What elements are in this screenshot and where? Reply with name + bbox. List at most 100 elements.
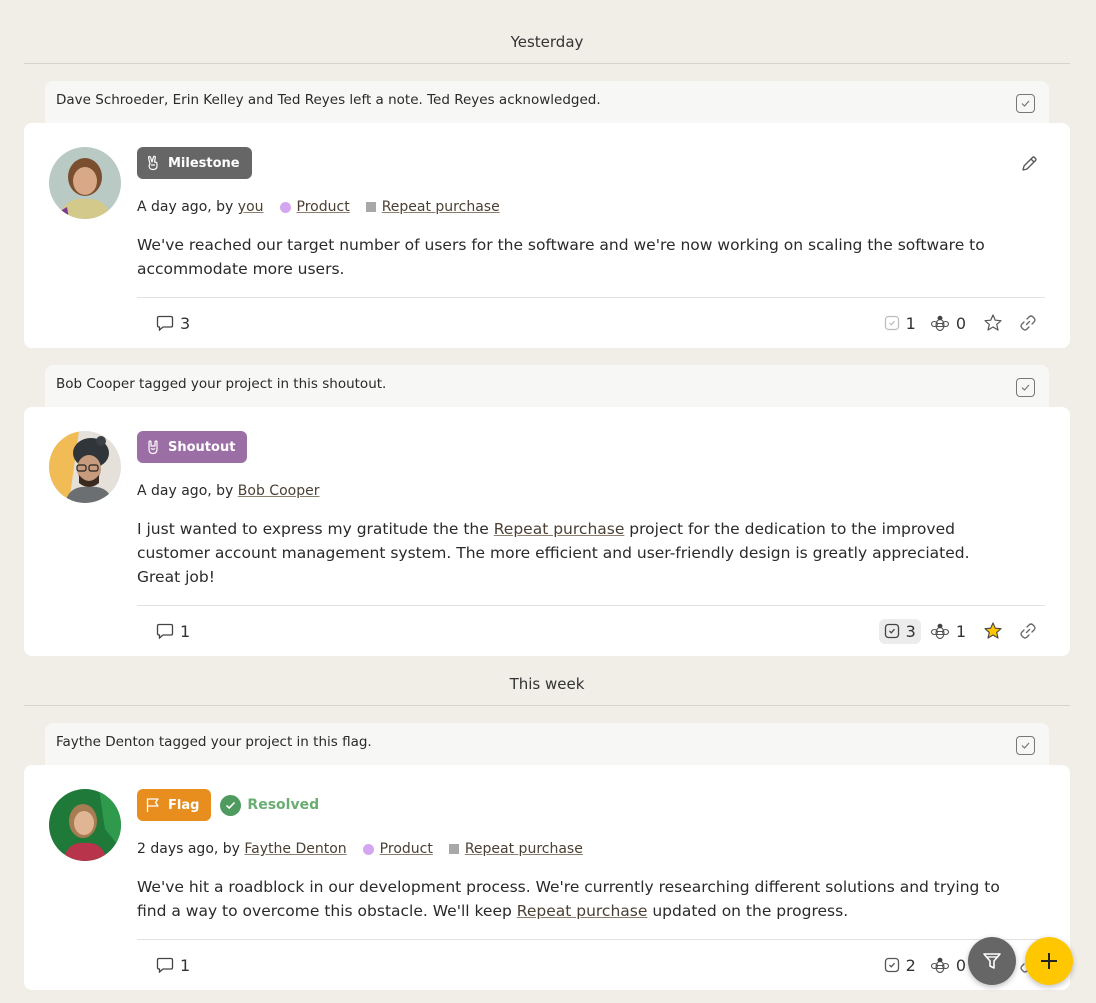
post-type-label: Flag (168, 797, 200, 813)
post-card: Shoutout A day ago, by Bob Cooper I just… (24, 407, 1070, 656)
note-text: Faythe Denton tagged your project in thi… (56, 734, 372, 750)
avatar[interactable] (49, 789, 121, 861)
post-body-text: updated on the progress. (647, 902, 849, 920)
acknowledge-button[interactable]: 3 (878, 618, 921, 644)
comment-count: 1 (180, 955, 191, 975)
post-type-label: Milestone (168, 155, 240, 171)
note-text: Bob Cooper tagged your project in this s… (56, 376, 387, 392)
post-body-text: We've reached our target number of users… (137, 236, 985, 278)
tag-repeat-purchase[interactable]: Repeat purchase (365, 199, 500, 215)
copy-link-button[interactable] (1019, 314, 1037, 332)
section-header-this-week: This week (24, 656, 1070, 706)
acknowledge-note-button[interactable] (1016, 378, 1035, 397)
post-note-bar: Dave Schroeder, Erin Kelley and Ted Reye… (45, 81, 1049, 123)
project-link[interactable]: Repeat purchase (517, 902, 648, 920)
tag-product[interactable]: Product (279, 199, 350, 215)
resolved-status: Resolved (220, 794, 320, 816)
comment-count: 1 (180, 621, 191, 641)
star-button[interactable] (983, 621, 1003, 641)
post-body-text: I just wanted to express my gratitude th… (137, 520, 494, 538)
tag-link[interactable]: Repeat purchase (382, 199, 500, 215)
add-post-button[interactable] (1025, 937, 1073, 985)
post-body: I just wanted to express my gratitude th… (137, 517, 1045, 589)
comment-icon (156, 623, 174, 639)
comments-button[interactable]: 3 (151, 311, 195, 336)
post-meta: A day ago, by you Product Repeat purchas… (137, 199, 1045, 215)
comment-icon (156, 957, 174, 973)
post-card: Milestone A day ago, by you Product Repe… (24, 123, 1070, 348)
bee-icon (930, 623, 949, 640)
acknowledge-count: 2 (905, 955, 916, 975)
comments-button[interactable]: 1 (151, 619, 195, 644)
bee-count: 0 (955, 313, 966, 333)
acknowledge-button[interactable]: 1 (879, 311, 921, 336)
avatar[interactable] (49, 147, 121, 219)
post-time: 2 days ago, by (137, 841, 245, 857)
avatar[interactable] (49, 431, 121, 503)
author-link[interactable]: you (238, 199, 264, 215)
tag-repeat-purchase[interactable]: Repeat purchase (448, 841, 583, 857)
bee-icon (930, 957, 949, 974)
acknowledge-note-button[interactable] (1016, 736, 1035, 755)
star-icon (984, 314, 1002, 331)
post-note-bar: Faythe Denton tagged your project in thi… (45, 723, 1049, 765)
post-time: A day ago, by (137, 483, 238, 499)
flag-icon (146, 798, 159, 812)
post-footer: 1 2 0 (137, 940, 1045, 990)
square-tag-icon (448, 844, 459, 854)
comment-count: 3 (180, 313, 191, 333)
acknowledge-icon (884, 957, 899, 973)
post-footer: 1 3 1 (137, 606, 1045, 656)
star-button[interactable] (983, 313, 1003, 333)
link-icon (1020, 315, 1036, 331)
filter-icon (983, 953, 1001, 969)
acknowledge-count: 3 (905, 621, 916, 641)
acknowledge-button[interactable]: 2 (879, 953, 921, 978)
post-footer: 3 1 0 (137, 298, 1045, 348)
post-type-badge: Shoutout (137, 431, 248, 463)
link-icon (1020, 623, 1036, 639)
section-header-yesterday: Yesterday (24, 0, 1070, 64)
post-type-badge: Milestone (137, 147, 252, 179)
pencil-icon (1022, 156, 1037, 171)
comment-icon (156, 315, 174, 331)
post-meta: 2 days ago, by Faythe Denton Product Rep… (137, 841, 1045, 857)
post-note-bar: Bob Cooper tagged your project in this s… (45, 365, 1049, 407)
bee-button[interactable]: 0 (925, 310, 971, 336)
circle-tag-icon (279, 201, 291, 213)
post-type-label: Shoutout (168, 439, 236, 455)
bee-count: 0 (955, 955, 966, 975)
post-body: We've hit a roadblock in our development… (137, 875, 1045, 923)
copy-link-button[interactable] (1019, 622, 1037, 640)
post-type-badge: Flag (137, 789, 212, 821)
square-tag-icon (365, 202, 376, 212)
bee-button[interactable]: 0 (925, 952, 971, 978)
peace-hand-icon (147, 155, 158, 171)
status-label: Resolved (247, 797, 320, 813)
post-body: We've reached our target number of users… (137, 233, 1045, 281)
acknowledge-count: 1 (905, 313, 916, 333)
tag-link[interactable]: Repeat purchase (465, 841, 583, 857)
acknowledge-icon (884, 623, 899, 639)
post-time: A day ago, by (137, 199, 238, 215)
filter-button[interactable] (968, 937, 1016, 985)
author-link[interactable]: Bob Cooper (238, 483, 320, 499)
edit-post-button[interactable] (1020, 155, 1038, 177)
author-link[interactable]: Faythe Denton (244, 841, 346, 857)
bee-count: 1 (955, 621, 966, 641)
circle-tag-icon (362, 843, 374, 855)
tag-link[interactable]: Product (380, 841, 433, 857)
comments-button[interactable]: 1 (151, 953, 195, 978)
acknowledge-note-button[interactable] (1016, 94, 1035, 113)
post-card: Flag Resolved 2 days ago, by Faythe Dent… (24, 765, 1070, 990)
bee-icon (930, 315, 949, 332)
activity-feed: Yesterday Dave Schroeder, Erin Kelley an… (24, 0, 1070, 990)
post-meta: A day ago, by Bob Cooper (137, 483, 1045, 499)
check-circle-icon (220, 794, 242, 816)
project-link[interactable]: Repeat purchase (494, 520, 625, 538)
acknowledge-icon (884, 315, 899, 331)
plus-icon (1041, 953, 1057, 969)
tag-link[interactable]: Product (297, 199, 350, 215)
tag-product[interactable]: Product (362, 841, 433, 857)
bee-button[interactable]: 1 (925, 618, 971, 644)
